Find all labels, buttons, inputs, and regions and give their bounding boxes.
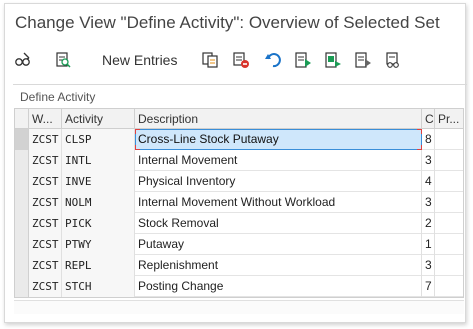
description-cell[interactable]: Internal Movement Without Workload (135, 192, 422, 213)
undo-icon[interactable] (263, 50, 283, 70)
display-change-icon[interactable] (13, 50, 33, 70)
row-selector[interactable] (15, 276, 29, 297)
data-table: W... Activity Description C Pr... ZCST CL… (14, 108, 464, 298)
column-header-pr[interactable]: Pr... (435, 109, 463, 129)
activity-cell: CLSP (62, 129, 135, 150)
warehouse-cell: ZCST (29, 192, 62, 213)
column-header-c[interactable]: C (422, 109, 435, 129)
activity-cell: INVE (62, 171, 135, 192)
row-selector[interactable] (15, 234, 29, 255)
focus-corner (417, 129, 422, 134)
c-cell[interactable]: 3 (422, 150, 435, 171)
pr-cell[interactable] (435, 192, 463, 213)
deselect-all-icon[interactable] (353, 50, 373, 70)
table-header: W... Activity Description C Pr... (15, 109, 463, 129)
pr-cell[interactable] (435, 255, 463, 276)
other-object-icon[interactable] (53, 50, 73, 70)
activity-cell: STCH (62, 276, 135, 297)
warehouse-cell: ZCST (29, 255, 62, 276)
table-row[interactable]: ZCST REPL Replenishment 3 (15, 255, 463, 276)
table-row[interactable]: ZCST INTL Internal Movement 3 (15, 150, 463, 171)
row-selector[interactable] (15, 129, 29, 150)
table-row[interactable]: ZCST PTWY Putaway 1 (15, 234, 463, 255)
copy-as-icon[interactable] (200, 50, 220, 70)
row-selector[interactable] (15, 171, 29, 192)
select-all-icon[interactable] (293, 50, 313, 70)
focus-corner (135, 145, 140, 150)
c-cell[interactable]: 3 (422, 192, 435, 213)
table-row[interactable]: ZCST NOLM Internal Movement Without Worklo… (15, 192, 463, 213)
print-preview-icon[interactable] (383, 50, 403, 70)
activity-cell: PTWY (62, 234, 135, 255)
c-cell[interactable]: 2 (422, 213, 435, 234)
activity-cell: INTL (62, 150, 135, 171)
c-cell[interactable]: 8 (422, 129, 435, 150)
table-row[interactable]: ZCST CLSP Cross-Line Stock Putaway 8 (15, 129, 463, 150)
sap-window: Change View "Define Activity": Overview … (4, 3, 467, 323)
description-cell[interactable]: Stock Removal (135, 213, 422, 234)
table-footer (14, 300, 464, 314)
activity-cell: NOLM (62, 192, 135, 213)
new-entries-button[interactable]: New Entries (102, 52, 177, 68)
activity-cell: PICK (62, 213, 135, 234)
toolbar: New Entries (13, 48, 463, 72)
row-selector[interactable] (15, 255, 29, 276)
description-cell[interactable]: Replenishment (135, 255, 422, 276)
pr-cell[interactable] (435, 150, 463, 171)
focus-corner (135, 129, 140, 134)
select-all-column[interactable] (15, 109, 29, 129)
table-row[interactable]: ZCST STCH Posting Change 7 (15, 276, 463, 297)
warehouse-cell: ZCST (29, 150, 62, 171)
row-selector[interactable] (15, 213, 29, 234)
select-block-icon[interactable] (323, 50, 343, 70)
c-cell[interactable]: 1 (422, 234, 435, 255)
delete-icon[interactable] (231, 50, 251, 70)
pr-cell[interactable] (435, 213, 463, 234)
c-cell[interactable]: 7 (422, 276, 435, 297)
warehouse-cell: ZCST (29, 129, 62, 150)
warehouse-cell: ZCST (29, 171, 62, 192)
column-header-activity[interactable]: Activity (62, 109, 135, 129)
pr-cell[interactable] (435, 276, 463, 297)
description-cell[interactable]: Internal Movement (135, 150, 422, 171)
row-selector[interactable] (15, 192, 29, 213)
row-selector[interactable] (15, 150, 29, 171)
warehouse-cell: ZCST (29, 234, 62, 255)
c-cell[interactable]: 4 (422, 171, 435, 192)
section-title: Define Activity (20, 90, 96, 104)
warehouse-cell: ZCST (29, 213, 62, 234)
description-cell[interactable]: Cross-Line Stock Putaway (135, 129, 422, 150)
table-row[interactable]: ZCST INVE Physical Inventory 4 (15, 171, 463, 192)
description-cell[interactable]: Posting Change (135, 276, 422, 297)
pr-cell[interactable] (435, 171, 463, 192)
description-cell[interactable]: Physical Inventory (135, 171, 422, 192)
focus-corner (417, 145, 422, 150)
column-header-warehouse[interactable]: W... (29, 109, 62, 129)
column-header-description[interactable]: Description (135, 109, 422, 129)
page-title: Change View "Define Activity": Overview … (15, 13, 440, 32)
pr-cell[interactable] (435, 129, 463, 150)
toolbar-divider (13, 84, 467, 85)
warehouse-cell: ZCST (29, 276, 62, 297)
activity-cell: REPL (62, 255, 135, 276)
table-row[interactable]: ZCST PICK Stock Removal 2 (15, 213, 463, 234)
description-cell[interactable]: Putaway (135, 234, 422, 255)
pr-cell[interactable] (435, 234, 463, 255)
c-cell[interactable]: 3 (422, 255, 435, 276)
